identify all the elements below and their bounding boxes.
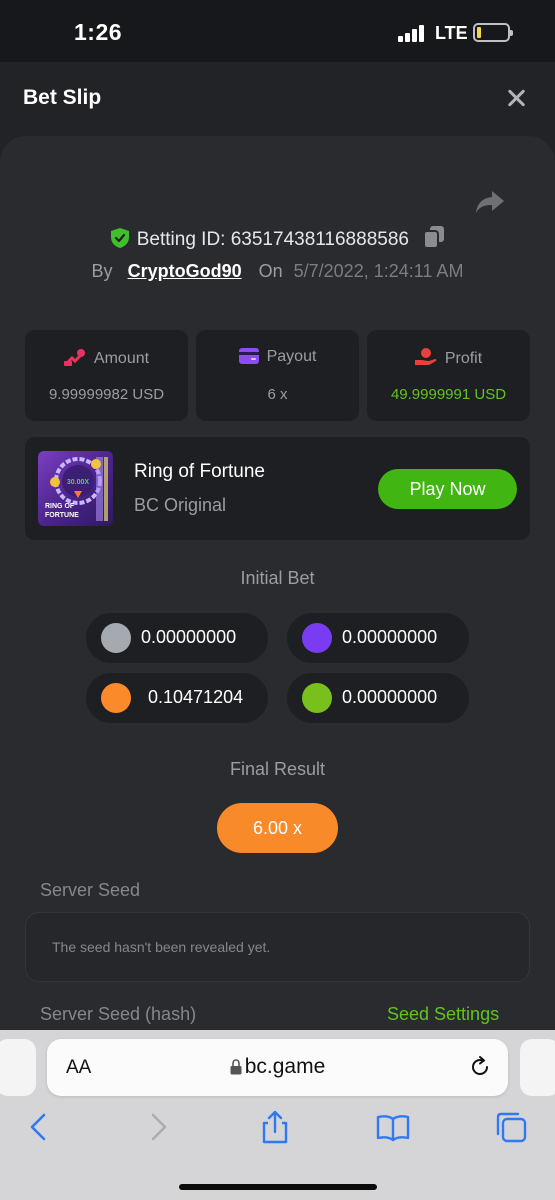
amount-icon	[63, 349, 85, 366]
chip-value: 0.00000000	[141, 627, 237, 647]
betting-id-value: 63517438116888586	[230, 229, 409, 250]
server-seed-field: The seed hasn't been revealed yet.	[25, 912, 530, 982]
wallet-icon	[238, 348, 259, 364]
initial-bet-label: Initial Bet	[240, 568, 315, 588]
bet-date: 5/7/2022, 1:24:11 AM	[293, 261, 464, 281]
url-display[interactable]: bc.game	[47, 1055, 508, 1079]
amount-value: 9.99999982 USD	[48, 386, 165, 403]
profit-stat: Profit 49.9999991 USD	[367, 330, 530, 421]
status-time: 1:26	[74, 19, 123, 45]
username-link[interactable]: CryptoGod90	[128, 261, 242, 281]
signal-icon	[398, 24, 428, 42]
next-tab-preview[interactable]	[520, 1039, 555, 1096]
network-type: LTE	[435, 23, 468, 43]
back-icon[interactable]	[22, 1110, 56, 1144]
play-now-button[interactable]: Play Now	[378, 469, 517, 509]
payout-label: Payout	[266, 348, 317, 365]
previous-tab-preview[interactable]	[0, 1039, 36, 1096]
share-icon[interactable]	[474, 188, 506, 216]
game-provider: BC Original	[134, 495, 227, 515]
betting-id-label: Betting ID:	[136, 229, 226, 250]
battery-icon	[473, 23, 513, 42]
game-thumbnail[interactable]: 30.00X RING OF FORTUNE	[38, 451, 113, 526]
bet-chip: 0.00000000	[86, 613, 268, 663]
shield-check-icon	[110, 228, 129, 248]
coin-icon	[302, 683, 332, 713]
svg-text:FORTUNE: FORTUNE	[45, 512, 79, 519]
url-text: bc.game	[244, 1055, 326, 1078]
copy-icon[interactable]	[424, 226, 445, 248]
payout-value: 6 x	[267, 386, 288, 403]
lock-icon	[230, 1059, 242, 1075]
home-indicator	[179, 1184, 377, 1190]
payout-stat: Payout 6 x	[196, 330, 359, 421]
tabs-icon[interactable]	[494, 1110, 528, 1144]
bookmarks-icon[interactable]	[376, 1110, 410, 1144]
hand-coin-icon	[414, 348, 437, 365]
bet-author-row: By CryptoGod90 On 5/7/2022, 1:24:11 AM	[0, 261, 555, 282]
svg-text:RING OF: RING OF	[45, 503, 75, 510]
coin-icon	[101, 683, 131, 713]
chip-value: 0.00000000	[342, 627, 438, 647]
page-title: Bet Slip	[23, 86, 102, 109]
svg-text:30.00X: 30.00X	[67, 479, 90, 486]
address-bar[interactable]: AA bc.game	[47, 1039, 508, 1096]
coin-icon	[101, 623, 131, 653]
server-seed-hash-label: Server Seed (hash)	[40, 1004, 197, 1024]
reload-icon[interactable]	[468, 1055, 492, 1079]
chip-value: 0.00000000	[342, 687, 438, 707]
chip-value: 0.10471204	[148, 687, 244, 707]
final-result-value: 6.00 x	[217, 803, 338, 853]
game-card: 30.00X RING OF FORTUNE Ring of Fortune B…	[25, 437, 530, 540]
by-label: By	[91, 261, 113, 281]
amount-stat: Amount 9.99999982 USD	[25, 330, 188, 421]
seed-settings-link[interactable]: Seed Settings	[387, 1004, 499, 1025]
server-seed-message: The seed hasn't been revealed yet.	[52, 939, 271, 955]
close-icon[interactable]	[504, 86, 530, 112]
final-result-label: Final Result	[229, 759, 326, 779]
game-name: Ring of Fortune	[134, 461, 265, 482]
share-sheet-icon[interactable]	[258, 1110, 292, 1144]
profit-value: 49.9999991 USD	[390, 386, 507, 403]
on-label: On	[258, 261, 283, 281]
bet-chip: 0.10471204	[86, 673, 268, 723]
bet-chip: 0.00000000	[287, 613, 469, 663]
server-seed-label: Server Seed	[40, 880, 141, 900]
forward-icon[interactable]	[141, 1110, 175, 1144]
bet-slip-header: Bet Slip	[0, 62, 555, 134]
status-bar: 1:26 LTE	[0, 0, 555, 62]
amount-label: Amount	[93, 350, 150, 367]
profit-label: Profit	[444, 350, 483, 367]
betting-id-row: Betting ID: 63517438116888586	[0, 226, 555, 251]
bet-chip: 0.00000000	[287, 673, 469, 723]
coin-icon	[302, 623, 332, 653]
